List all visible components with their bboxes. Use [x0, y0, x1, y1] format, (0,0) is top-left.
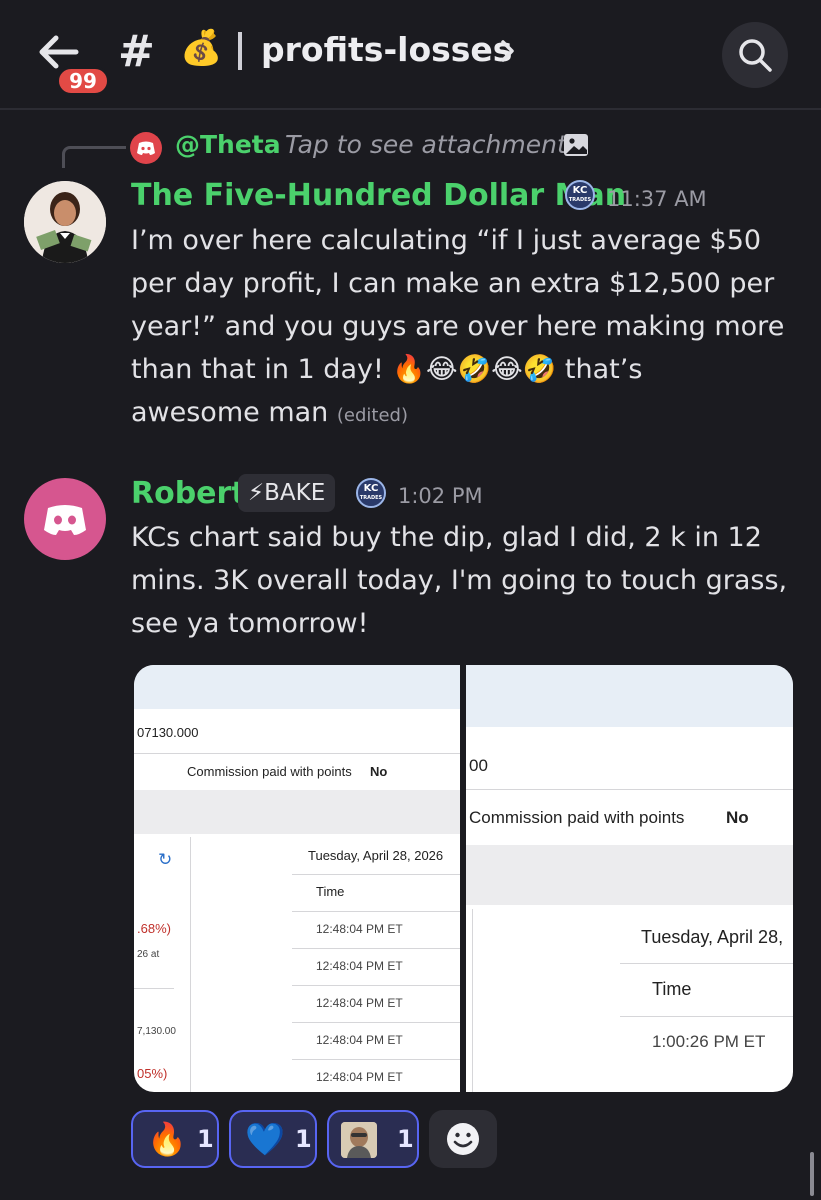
reply-avatar[interactable] — [130, 132, 162, 164]
fire-icon: 🔥 — [147, 1120, 187, 1158]
message-line: per day profit, I can make an extra $12,… — [131, 268, 775, 299]
channel-name[interactable]: profits-losses — [261, 30, 512, 69]
message-line: awesome man — [131, 397, 329, 428]
message-line: year!” and you guys are over here making… — [131, 311, 785, 342]
kc-trades-badge-icon: KC TRADES — [356, 478, 386, 508]
avatar[interactable] — [24, 181, 106, 263]
trade-date: Tuesday, April 28, — [641, 927, 784, 947]
divider — [292, 1059, 460, 1060]
channel-header: 99 # 💰 profits-losses — [0, 0, 821, 110]
reaction-custom[interactable]: 1 — [327, 1110, 419, 1168]
avatar-emoji-icon — [341, 1122, 377, 1158]
message-line: than that in 1 day! 🔥😂🤣😂🤣 that’s — [131, 354, 643, 385]
small-text: 26 at — [137, 949, 160, 960]
small-text: 7,130.00 — [137, 1026, 176, 1037]
image-attachment[interactable]: 00 Commission paid with points No Tuesda… — [466, 665, 793, 1092]
channel-hash-icon: # — [118, 26, 155, 77]
panel-border — [472, 909, 473, 1092]
screenshot-topbar — [134, 665, 460, 709]
time-column-header: Time — [316, 884, 345, 899]
reaction-count: 1 — [295, 1125, 312, 1153]
edited-label: (edited) — [336, 405, 408, 426]
panel-border — [190, 837, 191, 1092]
money-bag-icon: 💰 — [180, 28, 223, 68]
commission-label: Commission paid with points — [187, 764, 352, 779]
divider — [134, 753, 460, 754]
discord-logo-icon — [137, 141, 155, 155]
add-reaction-button[interactable] — [429, 1110, 497, 1168]
section-band — [466, 845, 793, 905]
percent-change: 05%) — [137, 1066, 168, 1081]
message-body: I’m over here calculating “if I just ave… — [131, 219, 791, 437]
reply-mention[interactable]: @Theta — [175, 130, 281, 159]
message-line: mins. 3K overall today, I'm going to tou… — [131, 565, 788, 596]
account-amount: 00 — [469, 756, 488, 775]
trade-time: 12:48:04 PM ET — [316, 1070, 403, 1084]
reaction-fire[interactable]: 🔥 1 — [131, 1110, 219, 1168]
divider — [620, 963, 793, 964]
screenshot-topbar — [466, 665, 793, 727]
percent-change: .68%) — [137, 921, 171, 936]
reaction-count: 1 — [197, 1125, 214, 1153]
unread-badge: 99 — [56, 66, 110, 96]
divider — [292, 874, 460, 875]
refresh-icon[interactable]: ↻ — [158, 850, 172, 870]
message-timestamp: 1:02 PM — [398, 484, 483, 508]
trade-date: Tuesday, April 28, 2026 — [308, 848, 444, 863]
reaction-blue-heart[interactable]: 💙 1 — [229, 1110, 317, 1168]
trade-time: 1:00:26 PM ET — [652, 1032, 766, 1051]
message-body: KCs chart said buy the dip, glad I did, … — [131, 516, 791, 645]
reply-hint-text[interactable]: Tap to see attachment — [285, 130, 567, 159]
reaction-count: 1 — [397, 1125, 414, 1153]
account-amount: 07130.000 — [137, 725, 199, 740]
discord-logo-icon — [44, 505, 86, 535]
divider — [292, 1022, 460, 1023]
scrollbar[interactable] — [810, 1152, 814, 1196]
header-divider — [238, 32, 242, 70]
blue-heart-icon: 💙 — [245, 1120, 285, 1158]
divider — [620, 1016, 793, 1017]
message-timestamp: 11:37 AM — [607, 187, 707, 211]
time-column-header: Time — [652, 979, 692, 999]
reply-connector — [62, 146, 126, 168]
commission-value: No — [726, 808, 749, 827]
divider — [292, 911, 460, 912]
smiley-icon — [447, 1123, 479, 1155]
message-line: I’m over here calculating “if I just ave… — [131, 225, 762, 256]
search-button[interactable] — [722, 22, 788, 88]
section-band — [134, 790, 460, 834]
divider — [134, 988, 174, 989]
message-author[interactable]: Robert — [131, 476, 246, 511]
divider — [292, 948, 460, 949]
message-author[interactable]: The Five-Hundred Dollar Man — [131, 178, 626, 213]
avatar[interactable] — [24, 478, 106, 560]
divider — [292, 985, 460, 986]
image-attachment[interactable]: 07130.000 Commission paid with points No… — [134, 665, 460, 1092]
divider — [466, 789, 793, 790]
search-icon — [739, 39, 772, 72]
role-tag[interactable]: ⚡BAKE — [238, 474, 336, 512]
message-line: KCs chart said buy the dip, glad I did, … — [131, 522, 762, 553]
chevron-right-icon[interactable] — [498, 38, 518, 64]
trade-time: 12:48:04 PM ET — [316, 996, 403, 1010]
commission-label: Commission paid with points — [469, 808, 685, 827]
image-icon[interactable] — [562, 131, 590, 159]
kc-trades-badge-icon: KC TRADES — [565, 180, 595, 210]
trade-time: 12:48:04 PM ET — [316, 922, 403, 936]
trade-time: 12:48:04 PM ET — [316, 1033, 403, 1047]
trade-time: 12:48:04 PM ET — [316, 959, 403, 973]
commission-value: No — [370, 764, 388, 779]
message-line: see ya tomorrow! — [131, 608, 369, 639]
